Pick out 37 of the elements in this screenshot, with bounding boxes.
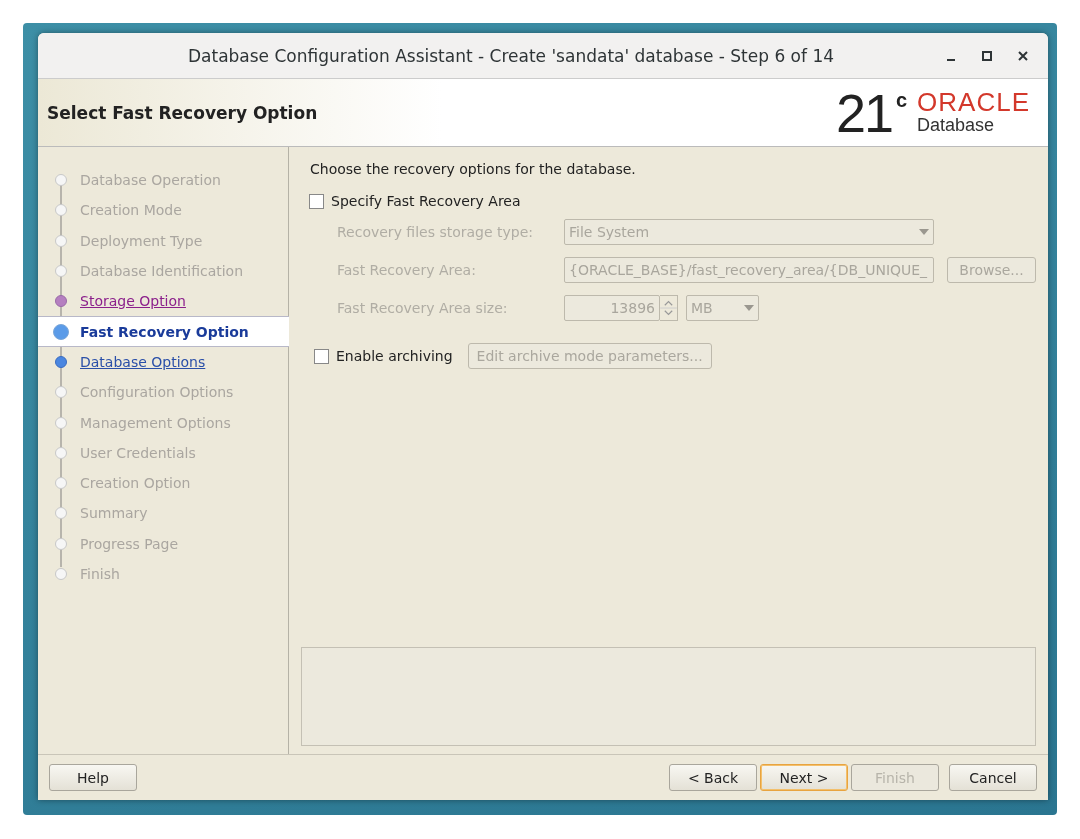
step-link[interactable]: Management Options [80,414,231,431]
checkbox-label: Enable archiving [336,348,453,364]
window-title: Database Configuration Assistant - Create 'sandata' database - Step 6 of 14 [186,45,836,66]
dialog-button[interactable]: Next > [760,764,848,791]
step-link[interactable]: Summary [80,505,148,522]
step-link[interactable]: Deployment Type [80,232,203,249]
step-link[interactable]: Database Identification [80,263,244,280]
field-label: Fast Recovery Area: [337,262,477,278]
caret-icon [744,305,754,311]
dialog-button[interactable]: Help [49,764,137,791]
checkbox-label: Specify Fast Recovery Area [331,193,521,209]
checkbox[interactable] [314,348,329,364]
step-link[interactable]: Storage Option [80,293,186,310]
step-link[interactable]: Fast Recovery Option [80,323,249,340]
caret-icon [919,229,929,235]
step-link[interactable]: Finish [80,566,120,582]
step-link[interactable]: User Credentials [80,444,196,461]
step-dot-icon [53,323,69,340]
dialog-button[interactable]: < Back [669,764,757,791]
field-label: Fast Recovery Area size: [337,300,509,316]
page-title: Select Fast Recovery Option [47,102,318,123]
step-link[interactable]: Creation Mode [80,202,182,219]
step-link[interactable]: Configuration Options [80,384,234,401]
checkbox[interactable] [309,193,324,209]
dialog-button[interactable]: Cancel [949,764,1037,791]
intro-text: Choose the recovery options for the database. [310,161,637,177]
maximize-icon[interactable] [980,48,994,63]
logo-product: Database [917,114,996,136]
logo-superscript: c [895,88,908,112]
field-label: Recovery files storage type: [337,224,535,240]
step-link[interactable]: Creation Option [80,475,191,492]
logo-version: 21 [835,88,892,137]
step-link[interactable]: Progress Page [80,535,179,552]
step-link[interactable]: Database Options [80,353,206,370]
close-icon[interactable] [1016,48,1030,63]
logo-brand: ORACLE [917,88,1030,115]
step-link[interactable]: Database Operation [80,172,221,189]
